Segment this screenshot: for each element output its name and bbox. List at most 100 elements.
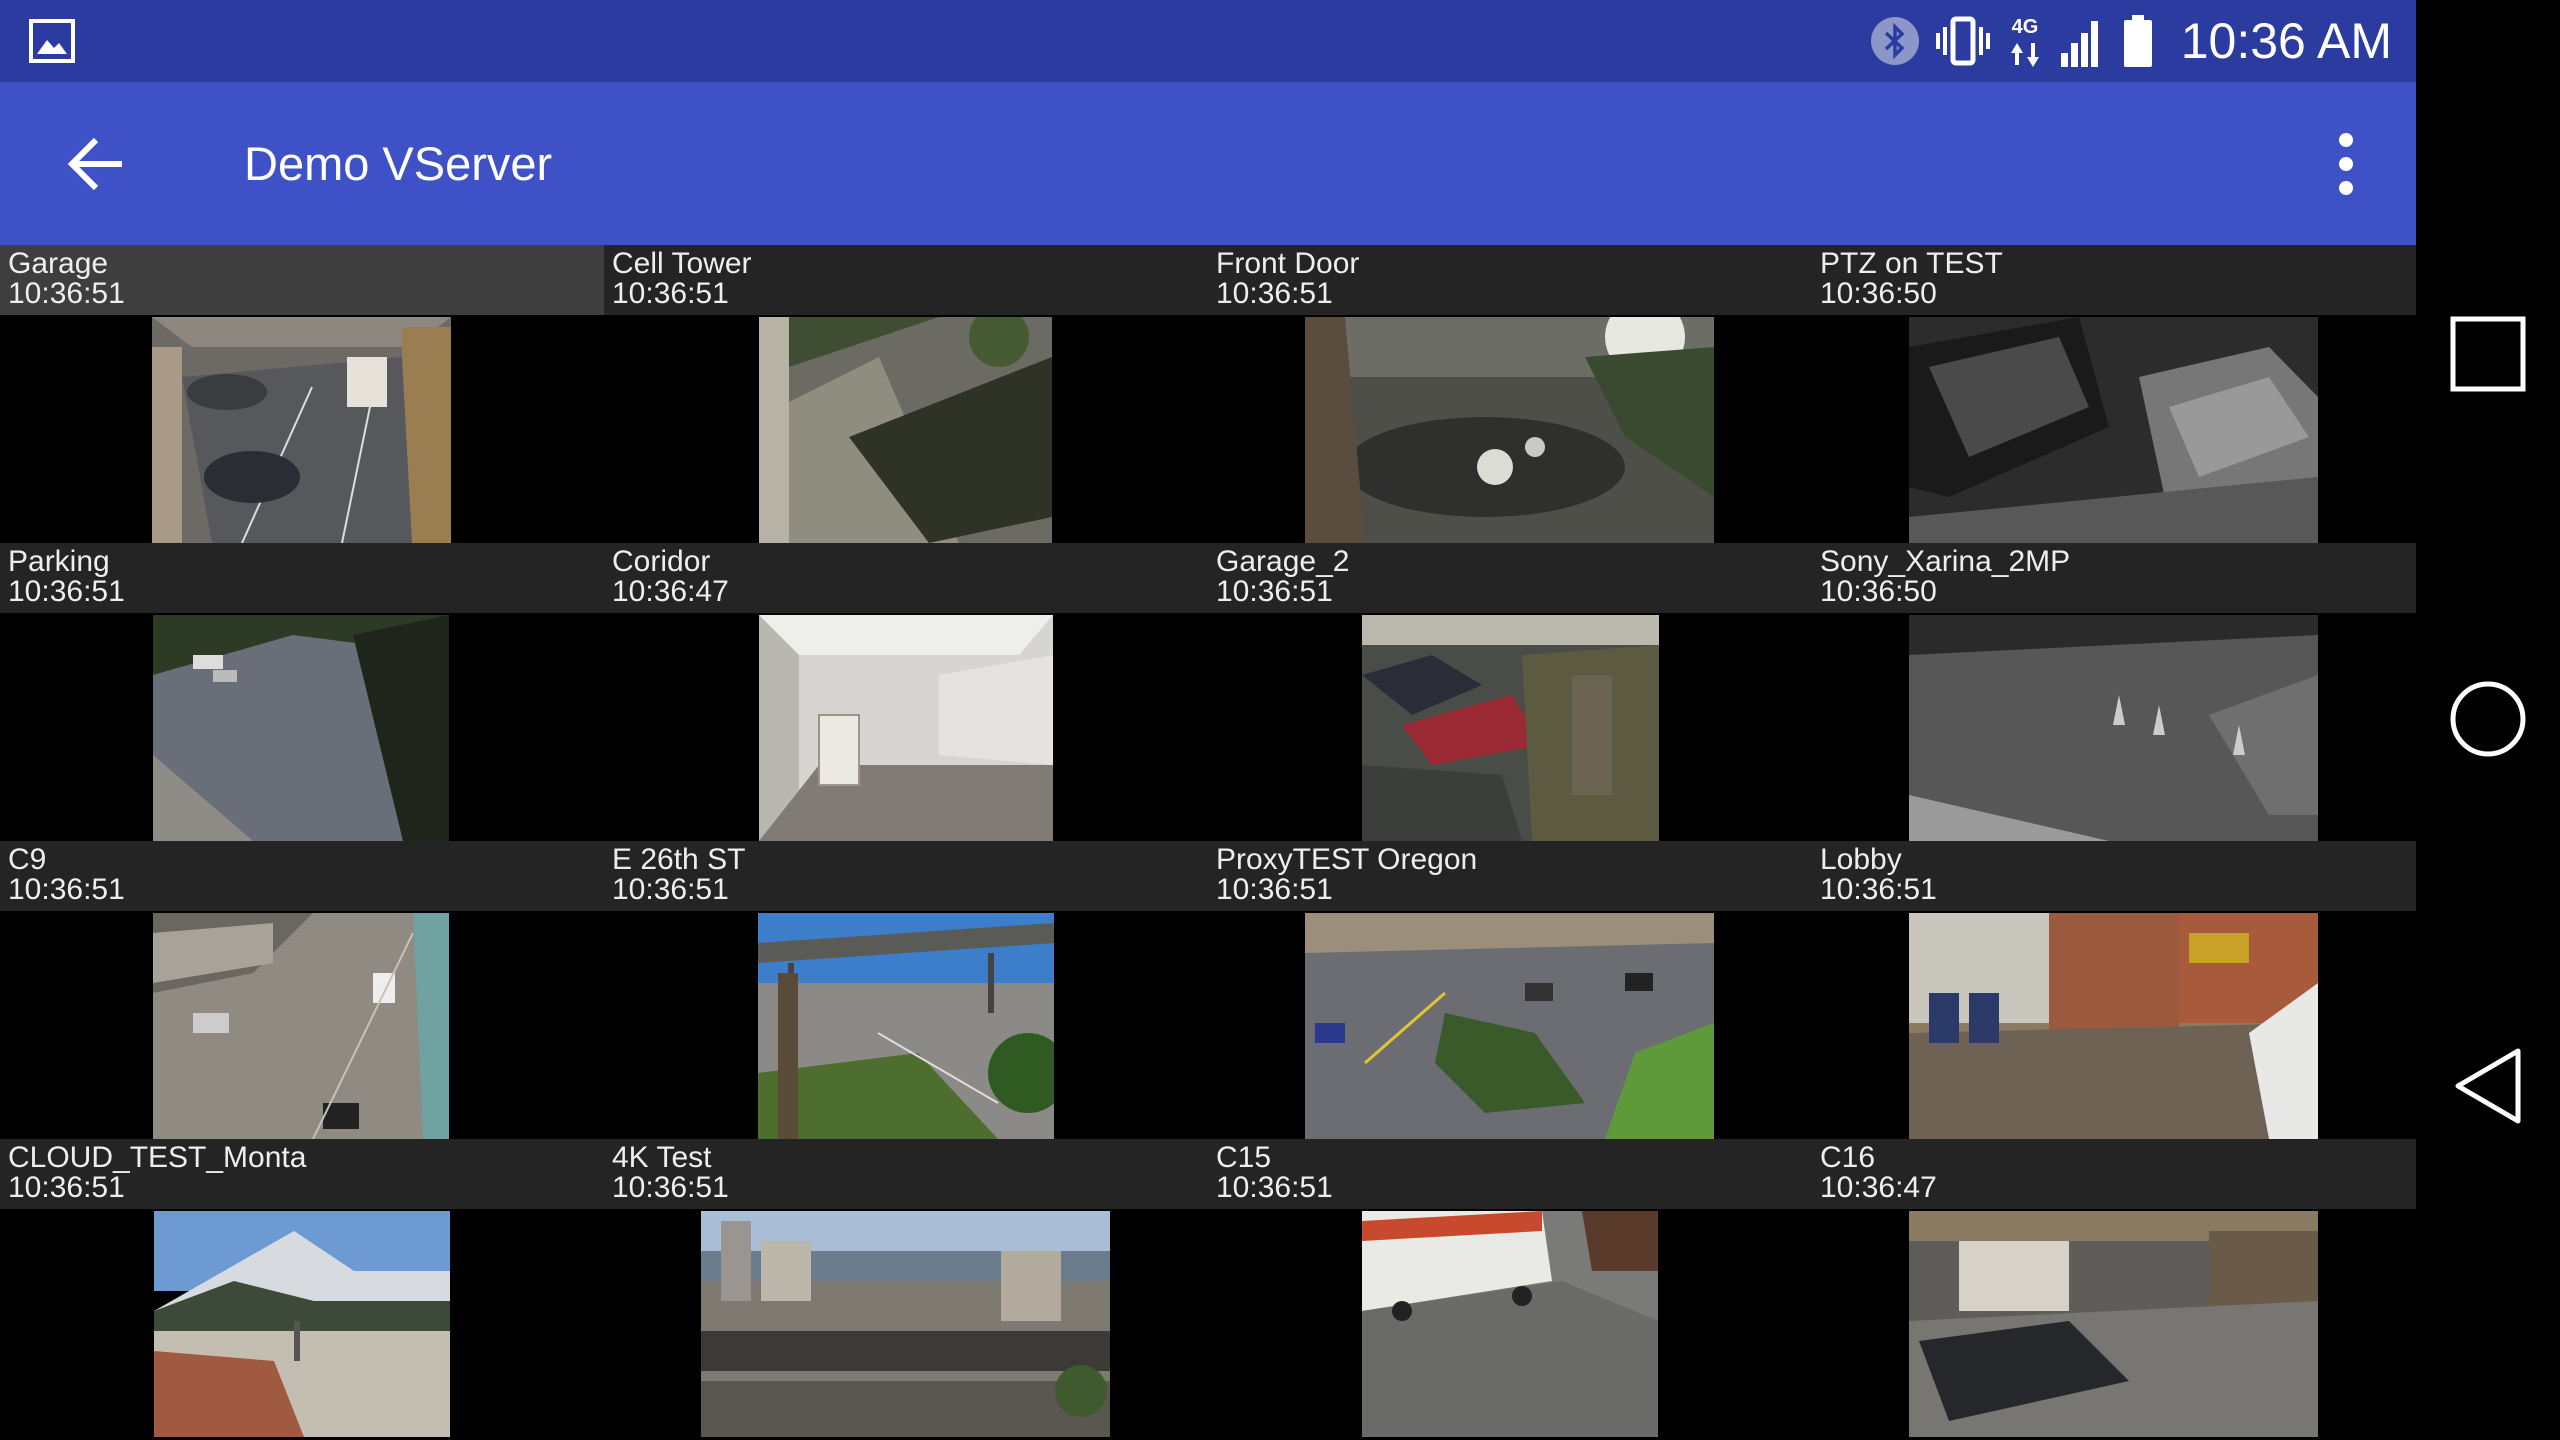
camera-snapshot: [759, 615, 1053, 841]
bluetooth-icon: [1870, 17, 1919, 65]
camera-name: C16: [1820, 1141, 1876, 1174]
camera-snapshot: [701, 1211, 1110, 1437]
camera-name: Garage_2: [1216, 545, 1350, 578]
camera-snapshot: [1362, 1211, 1658, 1437]
camera-label: C16 10:36:47: [1812, 1139, 2416, 1209]
battery-icon: [2123, 15, 2152, 67]
status-icons: 4G 10:36 AM: [1869, 8, 2392, 74]
camera-name: Cell Tower: [612, 247, 752, 280]
4g-lte-icon: 4G: [2010, 16, 2039, 67]
camera-tile-ptz-on-test[interactable]: PTZ on TEST 10:36:50: [1812, 245, 2416, 543]
camera-tile-front-door[interactable]: Front Door 10:36:51: [1208, 245, 1812, 543]
camera-tile-cloud-test-monta[interactable]: CLOUD_TEST_Monta 10:36:51: [0, 1139, 604, 1437]
camera-snapshot: [1909, 615, 2318, 841]
camera-label: Front Door 10:36:51: [1208, 245, 1812, 315]
camera-timestamp: 10:36:51: [1216, 277, 1333, 310]
camera-timestamp: 10:36:51: [1820, 873, 1937, 906]
camera-name: Front Door: [1216, 247, 1360, 280]
camera-tile-garage-2[interactable]: Garage_2 10:36:51: [1208, 543, 1812, 841]
camera-tile-coridor[interactable]: Coridor 10:36:47: [604, 543, 1208, 841]
vibrate-icon: [1935, 16, 1990, 66]
network-label: 4G: [2011, 16, 2038, 38]
camera-snapshot: [1305, 913, 1714, 1139]
camera-name: Parking: [8, 545, 110, 578]
camera-name: ProxyTEST Oregon: [1216, 843, 1478, 876]
camera-tile-lobby[interactable]: Lobby 10:36:51: [1812, 841, 2416, 1139]
camera-label: C9 10:36:51: [0, 841, 604, 911]
camera-timestamp: 10:36:50: [1820, 575, 1937, 608]
app-bar: Demo VServer: [0, 82, 2416, 245]
camera-timestamp: 10:36:47: [1820, 1171, 1937, 1204]
camera-name: PTZ on TEST: [1820, 247, 2003, 280]
camera-name: Sony_Xarina_2MP: [1820, 545, 2071, 578]
camera-snapshot: [1909, 317, 2318, 543]
navigation-bar: [2416, 0, 2560, 1440]
camera-timestamp: 10:36:51: [8, 575, 125, 608]
home-button[interactable]: [2438, 669, 2538, 769]
camera-label: Sony_Xarina_2MP 10:36:50: [1812, 543, 2416, 613]
camera-timestamp: 10:36:51: [1216, 575, 1333, 608]
camera-label: Coridor 10:36:47: [604, 543, 1208, 613]
camera-label: Garage_2 10:36:51: [1208, 543, 1812, 613]
camera-timestamp: 10:36:47: [612, 575, 729, 608]
camera-label: Parking 10:36:51: [0, 543, 604, 613]
camera-tile-proxytest-oregon[interactable]: ProxyTEST Oregon 10:36:51: [1208, 841, 1812, 1139]
camera-tile-4k-test[interactable]: 4K Test 10:36:51: [604, 1139, 1208, 1437]
camera-tile-c9[interactable]: C9 10:36:51: [0, 841, 604, 1139]
camera-name: C15: [1216, 1141, 1272, 1174]
camera-snapshot: [154, 1211, 450, 1437]
camera-tile-e-26th-st[interactable]: E 26th ST 10:36:51: [604, 841, 1208, 1139]
camera-name: Garage: [8, 247, 109, 280]
system-back-button[interactable]: [2438, 1036, 2538, 1136]
camera-grid: Garage 10:36:51 Cell Tower 10:36:51 Fron…: [0, 245, 2416, 1440]
signal-icon: [2060, 21, 2098, 67]
camera-timestamp: 10:36:51: [1216, 873, 1333, 906]
camera-name: Coridor: [612, 545, 711, 578]
more-vert-icon: [2339, 133, 2353, 195]
recents-button[interactable]: [2438, 304, 2538, 404]
camera-label: Lobby 10:36:51: [1812, 841, 2416, 911]
camera-label: ProxyTEST Oregon 10:36:51: [1208, 841, 1812, 911]
camera-snapshot: [758, 913, 1054, 1139]
camera-label: C15 10:36:51: [1208, 1139, 1812, 1209]
camera-label: E 26th ST 10:36:51: [604, 841, 1208, 911]
camera-label: Garage 10:36:51: [0, 245, 604, 315]
back-triangle-icon: [2455, 1048, 2521, 1124]
camera-name: C9: [8, 843, 47, 876]
clock: 10:36 AM: [2180, 13, 2392, 69]
camera-label: CLOUD_TEST_Monta 10:36:51: [0, 1139, 604, 1209]
camera-label: Cell Tower 10:36:51: [604, 245, 1208, 315]
camera-tile-cell-tower[interactable]: Cell Tower 10:36:51: [604, 245, 1208, 543]
gallery-icon: [29, 19, 75, 63]
camera-tile-c16[interactable]: C16 10:36:47: [1812, 1139, 2416, 1437]
arrow-left-icon: [67, 137, 122, 191]
camera-tile-c15[interactable]: C15 10:36:51: [1208, 1139, 1812, 1437]
camera-timestamp: 10:36:51: [8, 1171, 125, 1204]
camera-snapshot: [759, 317, 1052, 543]
camera-snapshot: [1909, 1211, 2318, 1437]
camera-snapshot: [1305, 317, 1714, 543]
overflow-menu-button[interactable]: [2316, 124, 2376, 204]
camera-timestamp: 10:36:51: [612, 1171, 729, 1204]
home-circle-icon: [2450, 681, 2526, 757]
status-bar: 4G 10:36 AM: [0, 0, 2416, 82]
camera-timestamp: 10:36:51: [612, 277, 729, 310]
camera-label: 4K Test 10:36:51: [604, 1139, 1208, 1209]
camera-name: E 26th ST: [612, 843, 746, 876]
page-title: Demo VServer: [244, 137, 553, 190]
camera-timestamp: 10:36:51: [8, 277, 125, 310]
camera-tile-parking[interactable]: Parking 10:36:51: [0, 543, 604, 841]
camera-tile-sony-xarina-2mp[interactable]: Sony_Xarina_2MP 10:36:50: [1812, 543, 2416, 841]
camera-timestamp: 10:36:51: [8, 873, 125, 906]
camera-snapshot: [1362, 615, 1659, 841]
camera-tile-garage[interactable]: Garage 10:36:51: [0, 245, 604, 543]
camera-snapshot: [152, 317, 451, 543]
camera-timestamp: 10:36:51: [1216, 1171, 1333, 1204]
camera-timestamp: 10:36:50: [1820, 277, 1937, 310]
camera-label: PTZ on TEST 10:36:50: [1812, 245, 2416, 315]
camera-snapshot: [1909, 913, 2318, 1139]
back-button[interactable]: [48, 124, 144, 204]
camera-name: 4K Test: [612, 1141, 712, 1174]
camera-name: CLOUD_TEST_Monta: [8, 1141, 307, 1174]
camera-timestamp: 10:36:51: [612, 873, 729, 906]
